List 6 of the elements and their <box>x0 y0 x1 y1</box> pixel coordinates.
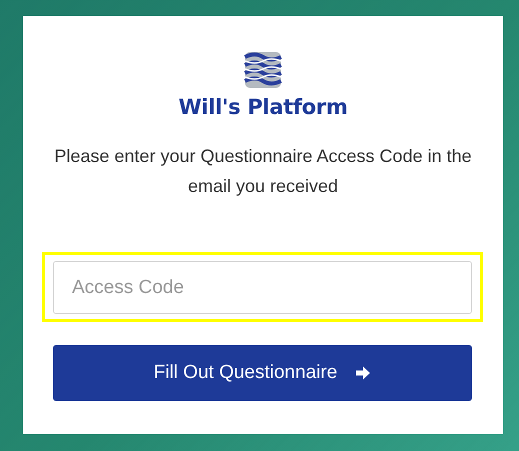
instruction-text: Please enter your Questionnaire Access Code in the email you received <box>53 145 473 198</box>
brand-name: Will's Platform <box>177 95 349 119</box>
fill-out-button[interactable]: Fill Out Questionnaire <box>53 345 472 401</box>
access-code-field[interactable]: Access Code <box>53 261 472 314</box>
logo-icon <box>243 51 283 89</box>
arrow-right-icon <box>355 365 372 381</box>
